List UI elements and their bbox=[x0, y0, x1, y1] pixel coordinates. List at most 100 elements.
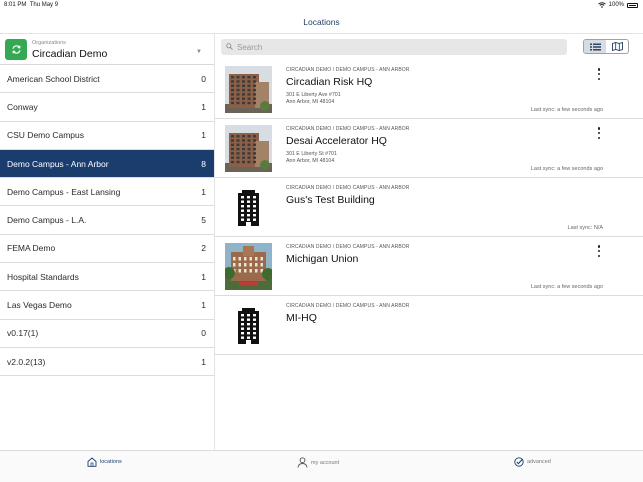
location-path: CIRCADIAN DEMO / DEMO CAMPUS - ANN ARBOR bbox=[286, 303, 410, 309]
campus-item[interactable]: Las Vegas Demo 1 bbox=[0, 291, 214, 320]
location-row[interactable]: CIRCADIAN DEMO / DEMO CAMPUS - ANN ARBOR… bbox=[215, 178, 643, 237]
campus-item[interactable]: American School District 0 bbox=[0, 65, 214, 94]
location-row[interactable]: CIRCADIAN DEMO / DEMO CAMPUS - ANN ARBOR… bbox=[215, 60, 643, 119]
location-address-line2: Ann Arbor, MI 48104 bbox=[286, 158, 335, 164]
tab-label: advanced bbox=[527, 459, 551, 465]
list-icon bbox=[589, 43, 601, 50]
tab-my-account[interactable]: my account bbox=[297, 457, 339, 468]
tab-label: my account bbox=[311, 459, 340, 466]
map-view-button[interactable] bbox=[606, 40, 628, 53]
locations-panel: CIRCADIAN DEMO / DEMO CAMPUS - ANN ARBOR… bbox=[215, 34, 643, 450]
campus-count: 1 bbox=[201, 130, 206, 141]
campus-count: 1 bbox=[201, 271, 206, 282]
campus-count: 1 bbox=[201, 186, 206, 197]
location-photo bbox=[225, 125, 272, 172]
more-options-icon[interactable] bbox=[596, 245, 602, 257]
location-path: CIRCADIAN DEMO / DEMO CAMPUS - ANN ARBOR bbox=[286, 185, 410, 191]
campus-count: 5 bbox=[201, 215, 206, 226]
last-sync-text: Last sync: N/A bbox=[567, 225, 603, 231]
campus-list: American School District 0 Conway 1 CSU Demo… bbox=[0, 65, 214, 377]
campus-name: CSU Demo Campus bbox=[7, 130, 84, 141]
campus-item[interactable]: CSU Demo Campus 1 bbox=[0, 122, 214, 150]
home-icon bbox=[87, 457, 97, 467]
campus-item[interactable]: Hospital Standards 1 bbox=[0, 263, 214, 292]
map-icon bbox=[611, 42, 623, 51]
more-options-icon[interactable] bbox=[596, 68, 602, 80]
list-view-button[interactable] bbox=[584, 40, 606, 53]
tab-bar: locations my account advanced bbox=[0, 450, 643, 482]
status-date: Thu May 9 bbox=[29, 2, 59, 8]
location-address-line1: 301 E Liberty St #701 bbox=[286, 151, 337, 157]
campus-name: Las Vegas Demo bbox=[7, 300, 72, 311]
chevron-down-icon: ▼ bbox=[196, 49, 202, 55]
organization-name: Circadian Demo bbox=[32, 48, 108, 60]
location-photo bbox=[225, 66, 272, 113]
more-options-icon[interactable] bbox=[596, 127, 602, 139]
building-icon bbox=[225, 184, 272, 231]
battery-icon bbox=[627, 2, 638, 8]
location-name: Michigan Union bbox=[286, 253, 359, 265]
last-sync-text: Last sync: a few seconds ago bbox=[530, 107, 603, 113]
location-path: CIRCADIAN DEMO / DEMO CAMPUS - ANN ARBOR bbox=[286, 67, 410, 73]
location-row[interactable]: CIRCADIAN DEMO / DEMO CAMPUS - ANN ARBOR… bbox=[215, 237, 643, 296]
campus-item[interactable]: v0.17(1) 0 bbox=[0, 320, 214, 348]
location-path: CIRCADIAN DEMO / DEMO CAMPUS - ANN ARBOR bbox=[286, 126, 410, 132]
building-icon bbox=[225, 302, 272, 349]
campus-item[interactable]: Demo Campus - L.A. 5 bbox=[0, 206, 214, 235]
campus-name: Hospital Standards bbox=[7, 271, 79, 282]
campus-item[interactable]: Demo Campus - Ann Arbor 8 bbox=[0, 149, 214, 179]
refresh-button[interactable] bbox=[5, 39, 27, 60]
search-icon bbox=[226, 42, 233, 52]
campus-count: 1 bbox=[201, 101, 206, 112]
campus-name: v0.17(1) bbox=[7, 328, 39, 339]
campus-count: 0 bbox=[201, 328, 206, 339]
campus-name: Demo Campus - Ann Arbor bbox=[7, 158, 109, 169]
check-circle-icon bbox=[514, 457, 524, 467]
tab-advanced[interactable]: advanced bbox=[514, 457, 551, 467]
tab-label: locations bbox=[100, 459, 122, 465]
location-name: Gus's Test Building bbox=[286, 194, 375, 206]
tab-locations[interactable]: locations bbox=[87, 457, 122, 467]
campus-name: Demo Campus - L.A. bbox=[7, 215, 87, 226]
last-sync-text: Last sync: a few seconds ago bbox=[530, 166, 603, 172]
refresh-icon bbox=[11, 45, 21, 54]
campus-count: 2 bbox=[201, 243, 206, 254]
search-bar[interactable] bbox=[221, 39, 567, 55]
organization-label: Organizations bbox=[32, 40, 66, 46]
user-icon bbox=[297, 457, 308, 468]
campus-sidebar: Organizations Circadian Demo ▼ American … bbox=[0, 34, 215, 450]
status-right: 100% bbox=[597, 2, 638, 8]
organization-selector[interactable]: Organizations Circadian Demo ▼ bbox=[0, 34, 214, 65]
campus-name: American School District bbox=[7, 73, 100, 84]
location-name: MI-HQ bbox=[286, 312, 317, 324]
search-input[interactable] bbox=[237, 42, 537, 52]
status-time: 8:01 PM bbox=[4, 2, 27, 8]
campus-count: 0 bbox=[201, 73, 206, 84]
battery-percent: 100% bbox=[608, 2, 624, 8]
campus-name: Demo Campus - East Lansing bbox=[7, 186, 121, 197]
view-toggle bbox=[583, 39, 629, 54]
status-time-date: 8:01 PM Thu May 9 bbox=[4, 2, 58, 8]
page-title: Locations bbox=[303, 16, 340, 27]
location-row[interactable]: CIRCADIAN DEMO / DEMO CAMPUS - ANN ARBOR… bbox=[215, 296, 643, 355]
campus-count: 1 bbox=[201, 356, 206, 367]
location-path: CIRCADIAN DEMO / DEMO CAMPUS - ANN ARBOR bbox=[286, 244, 410, 250]
campus-name: FEMA Demo bbox=[7, 243, 56, 254]
location-address-line2: Ann Arbor, MI 48104 bbox=[286, 99, 335, 105]
campus-item[interactable]: Demo Campus - East Lansing 1 bbox=[0, 178, 214, 207]
wifi-icon bbox=[597, 2, 606, 8]
campus-name: v2.0.2(13) bbox=[7, 356, 46, 367]
location-photo bbox=[225, 243, 272, 290]
campus-name: Conway bbox=[7, 101, 38, 112]
campus-item[interactable]: Conway 1 bbox=[0, 93, 214, 122]
location-address-line1: 301 E Liberty Ave #701 bbox=[286, 92, 341, 98]
navigation-bar: Locations bbox=[0, 10, 643, 34]
last-sync-text: Last sync: a few seconds ago bbox=[530, 284, 603, 290]
location-name: Circadian Risk HQ bbox=[286, 76, 373, 88]
campus-item[interactable]: FEMA Demo 2 bbox=[0, 235, 214, 264]
location-list: CIRCADIAN DEMO / DEMO CAMPUS - ANN ARBOR… bbox=[215, 60, 643, 355]
location-row[interactable]: CIRCADIAN DEMO / DEMO CAMPUS - ANN ARBOR… bbox=[215, 119, 643, 178]
campus-item[interactable]: v2.0.2(13) 1 bbox=[0, 348, 214, 377]
status-bar: 8:01 PM Thu May 9 100% bbox=[0, 0, 643, 10]
campus-count: 8 bbox=[201, 158, 206, 169]
